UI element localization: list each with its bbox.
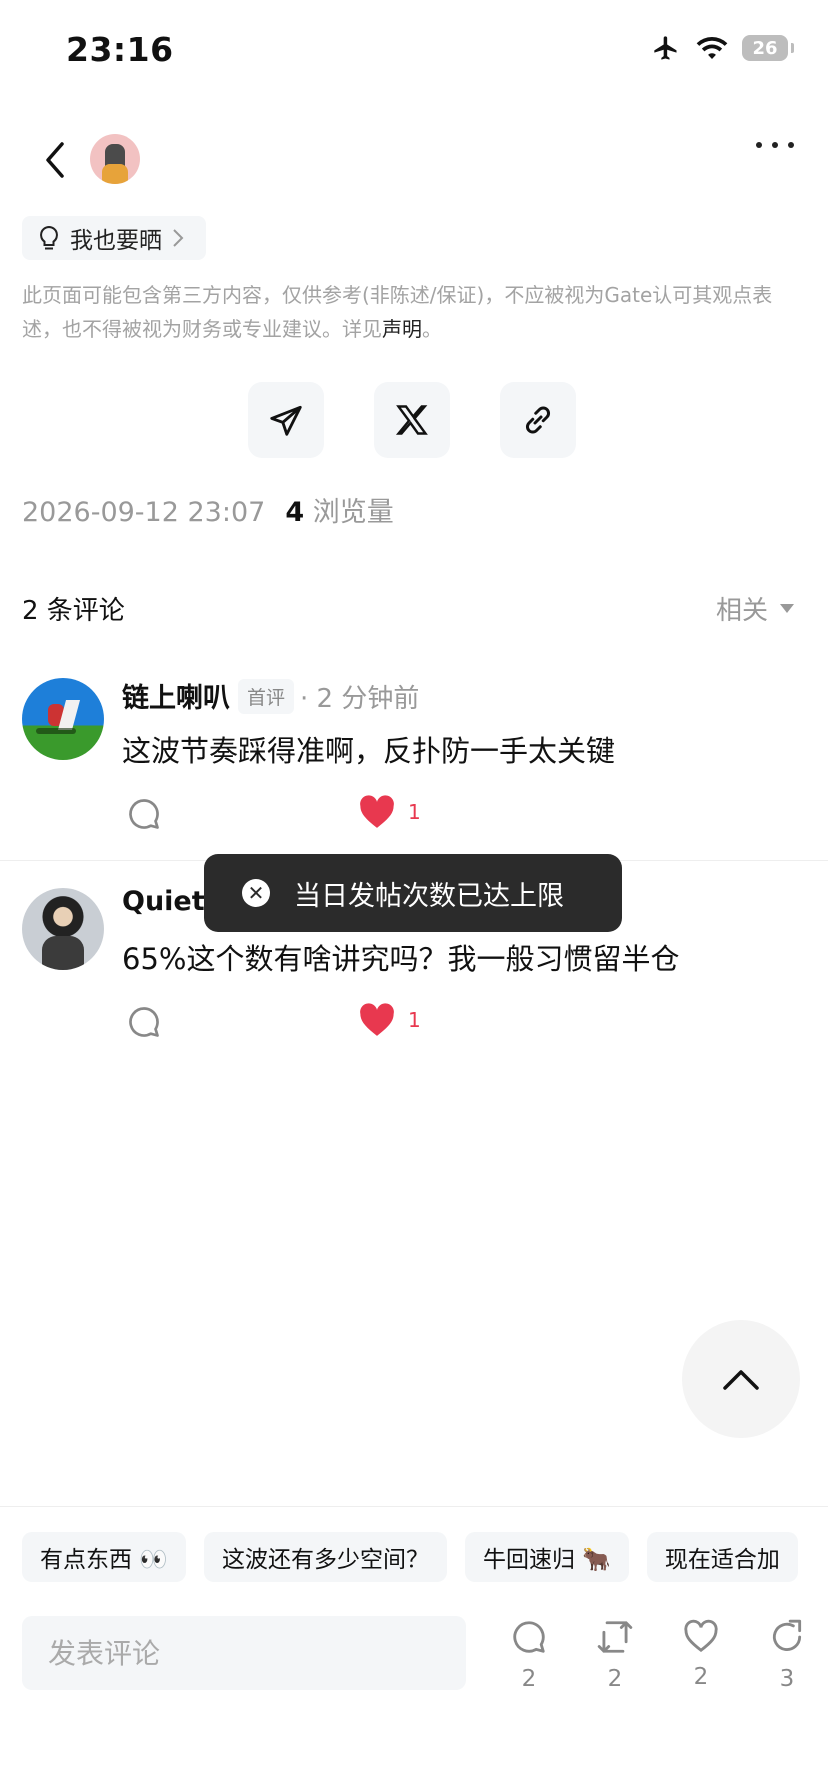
quick-reply-chips: 有点东西 👀 这波还有多少空间？ 牛回速归 🐂 现在适合加: [22, 1532, 798, 1582]
reply-icon[interactable]: [126, 1004, 162, 1040]
like-button[interactable]: 1: [358, 794, 421, 830]
share-icon: [772, 1619, 802, 1651]
sort-dropdown[interactable]: 相关: [716, 590, 794, 627]
heart-outline-icon: [684, 1619, 718, 1653]
wifi-icon: [696, 36, 728, 60]
first-comment-badge: 首评: [238, 679, 295, 714]
close-circle-icon: ✕: [242, 879, 270, 907]
comments-count-title: 2 条评论: [22, 596, 125, 626]
comment-input[interactable]: [22, 1616, 466, 1690]
like-post-count: 2: [693, 1664, 709, 1690]
heart-filled-icon: [360, 1003, 394, 1036]
like-button[interactable]: 1: [358, 1002, 421, 1038]
comment-text: 这波节奏踩得准啊，反扑防一手太关键: [122, 734, 616, 768]
comment-header: 链上喇叭 首评 · 2 分钟前: [122, 676, 419, 715]
x-logo-icon: [395, 405, 428, 435]
author-avatar[interactable]: [90, 134, 140, 184]
back-arrow-icon[interactable]: [38, 138, 74, 182]
post-datetime: 2026-09-12 23:07: [22, 497, 266, 528]
lightbulb-icon: [40, 225, 58, 250]
quick-reply-chip[interactable]: 有点东西 👀: [22, 1532, 186, 1582]
x-share-button[interactable]: [374, 382, 450, 458]
post-meta: 2026-09-12 23:07 4 浏览量: [22, 490, 394, 529]
dropdown-triangle-icon: [780, 604, 794, 613]
scroll-to-top-button[interactable]: [682, 1320, 800, 1438]
repost-icon: [597, 1621, 633, 1653]
copy-link-button[interactable]: [500, 382, 576, 458]
telegram-share-button[interactable]: [248, 382, 324, 458]
status-time: 23:16: [66, 30, 174, 69]
share-button[interactable]: 3: [766, 1618, 808, 1692]
more-options-icon[interactable]: [756, 142, 794, 148]
quick-reply-chip[interactable]: 这波还有多少空间？: [203, 1532, 447, 1582]
share-count: 3: [779, 1666, 795, 1692]
link-icon: [525, 406, 551, 434]
quick-reply-chip[interactable]: 现在适合加: [646, 1532, 798, 1582]
commenter-avatar[interactable]: [22, 678, 104, 760]
share-too-button[interactable]: 我也要晒: [22, 216, 206, 260]
error-toast: ✕ 当日发帖次数已达上限: [204, 854, 622, 932]
reply-icon[interactable]: [126, 796, 162, 832]
disclaimer-text: 此页面可能包含第三方内容，仅供参考(非陈述/保证)，不应被视为Gate认可其观点…: [22, 283, 773, 341]
bottom-divider: [0, 1506, 828, 1507]
chevron-right-icon: [173, 229, 184, 247]
like-count: 1: [408, 1008, 421, 1032]
sort-label: 相关: [715, 596, 768, 626]
like-post-button[interactable]: 2: [680, 1618, 722, 1692]
comment-count: 2: [521, 1666, 537, 1692]
like-count: 1: [408, 800, 421, 824]
battery-indicator: 26: [742, 35, 794, 61]
bottom-action-bar: 2 2 2 3: [508, 1618, 808, 1692]
airplane-icon: [654, 36, 677, 60]
heart-filled-icon: [360, 795, 394, 828]
telegram-icon: [270, 405, 302, 436]
comment-count-button[interactable]: 2: [508, 1618, 550, 1692]
quick-reply-chip[interactable]: 牛回速归 🐂: [464, 1532, 629, 1582]
comment-text: 65%这个数有啥讲究吗？我一般习惯留半仓: [122, 942, 680, 976]
toast-message: 当日发帖次数已达上限: [294, 880, 564, 912]
disclaimer-link[interactable]: 声明: [382, 317, 422, 341]
comment-time: · 2 分钟前: [300, 684, 420, 714]
repost-button[interactable]: 2: [594, 1618, 636, 1692]
comment-icon: [513, 1621, 545, 1653]
share-row: [248, 382, 576, 458]
share-too-label: 我也要晒: [70, 228, 162, 254]
commenter-avatar[interactable]: [22, 888, 104, 970]
view-label: 浏览量: [312, 497, 394, 528]
commenter-name[interactable]: 链上喇叭: [122, 683, 230, 714]
chevron-up-icon: [723, 1370, 759, 1390]
view-count: 4: [285, 497, 305, 528]
status-icons: 26: [650, 34, 794, 62]
repost-count: 2: [607, 1666, 623, 1692]
